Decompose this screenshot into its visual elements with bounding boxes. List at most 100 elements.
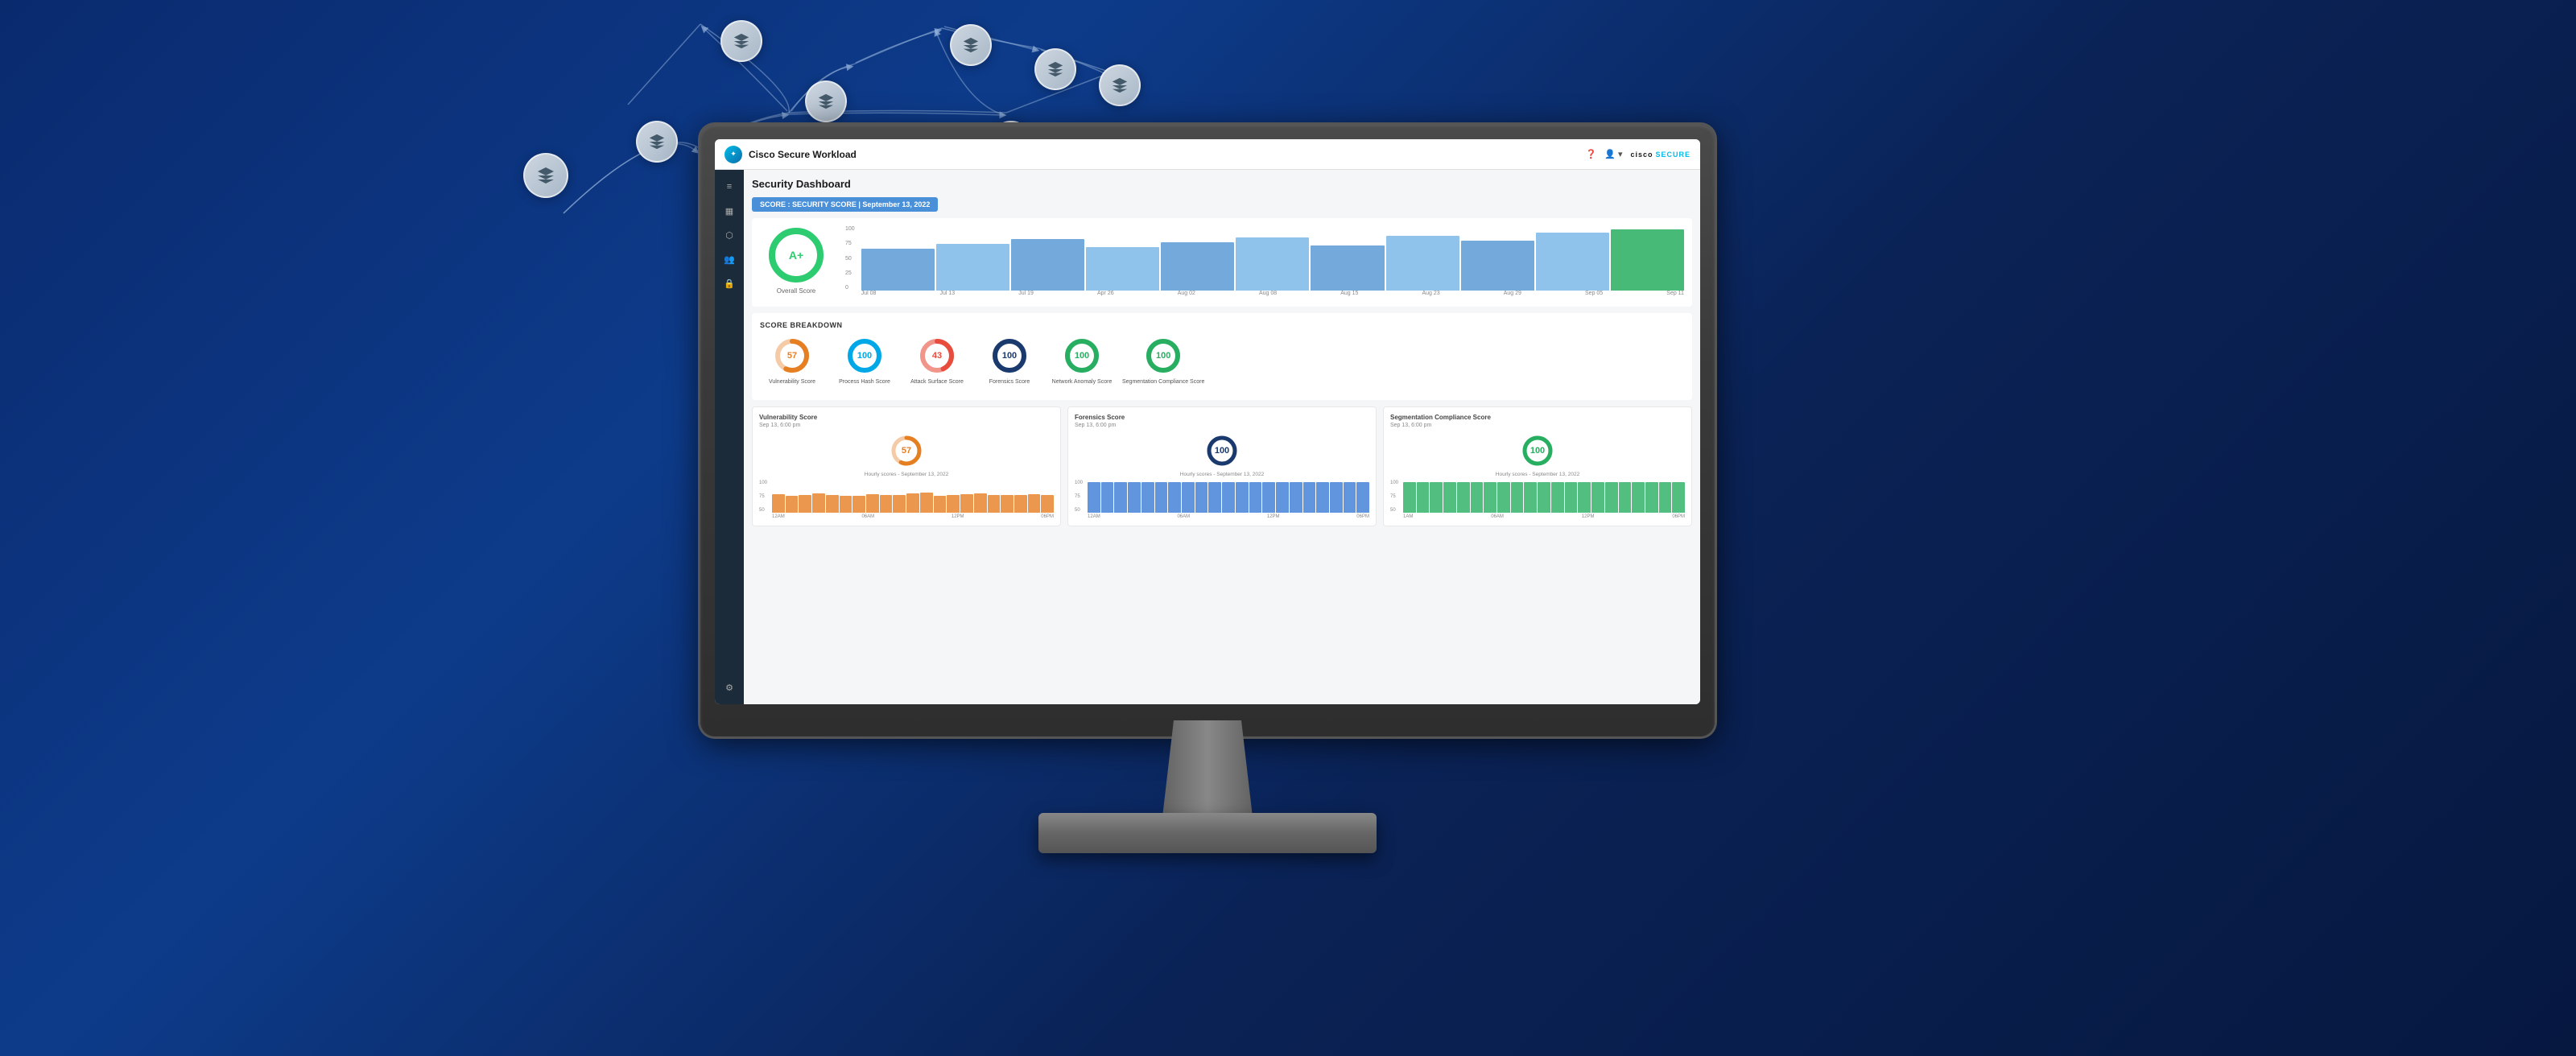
detail-donut-2: 100 — [1520, 433, 1555, 468]
detail-card-date-0: Sep 13, 6:00 pm — [759, 423, 1054, 428]
score-label-4: Network Anomaly Score — [1052, 378, 1113, 386]
mini-bar — [1471, 482, 1484, 513]
monitor-stand-base — [1038, 813, 1377, 853]
main-bar-chart — [861, 226, 1684, 291]
sidebar-item-settings[interactable]: ⚙ — [717, 677, 741, 698]
detail-value-2: 100 — [1530, 446, 1545, 456]
mini-bar — [880, 495, 893, 513]
mini-bar-x-labels-2: 1AM06AM12PM06PM — [1403, 514, 1685, 519]
mini-bar — [1128, 482, 1141, 513]
mini-bar — [1041, 495, 1054, 513]
network-node-4 — [805, 80, 847, 122]
score-label-3: Forensics Score — [989, 378, 1030, 386]
mini-bar — [1262, 482, 1275, 513]
mini-bar — [1028, 494, 1041, 513]
topbar-icons: ❓ 👤 ▾ cisco SECURE — [1585, 149, 1690, 159]
sidebar-item-network[interactable]: ⬡ — [717, 225, 741, 245]
monitor-screen: Cisco Secure Workload ❓ 👤 ▾ cisco SECURE… — [715, 139, 1700, 704]
detail-card-title-1: Forensics Score — [1075, 414, 1369, 421]
bar-chart-bar — [1236, 237, 1309, 291]
mini-bar — [1578, 482, 1591, 513]
mini-bar — [1182, 482, 1195, 513]
score-donut-1: 100 — [844, 336, 885, 376]
network-node-6 — [950, 24, 992, 66]
mini-bar — [1430, 482, 1443, 513]
mini-bar — [1114, 482, 1127, 513]
bar-chart-bar — [1161, 242, 1234, 291]
score-donut-0: 57 — [772, 336, 812, 376]
sidebar-item-dashboard[interactable]: ▦ — [717, 200, 741, 221]
mini-bar — [1276, 482, 1289, 513]
bar-chart-bar — [1536, 233, 1609, 291]
sidebar-item-security[interactable]: 🔒 — [717, 273, 741, 294]
app-title: Cisco Secure Workload — [749, 149, 857, 160]
overall-score-sublabel: Overall Score — [777, 287, 815, 295]
score-card-1: 100 Process Hash Score — [832, 336, 897, 386]
mini-bar — [1417, 482, 1430, 513]
score-value-3: 100 — [1002, 351, 1017, 361]
bar-chart-bar — [1386, 236, 1459, 291]
mini-bar — [1484, 482, 1496, 513]
mini-bar — [1645, 482, 1658, 513]
bar-chart-bar — [1011, 239, 1084, 291]
mini-bar — [947, 495, 960, 513]
detail-donut-0: 57 — [889, 433, 924, 468]
sidebar-item-menu[interactable]: ≡ — [717, 176, 741, 197]
mini-bar — [1497, 482, 1510, 513]
mini-bar — [893, 495, 906, 513]
score-donut-2: 43 — [917, 336, 957, 376]
detail-card-1: Forensics Score Sep 13, 6:00 pm 100 Hour… — [1067, 406, 1377, 526]
detail-donut-area-2: 100 — [1390, 433, 1685, 468]
overall-score-label: A+ — [789, 249, 803, 262]
score-card-5: 100 Segmentation Compliance Score — [1122, 336, 1204, 386]
score-value-4: 100 — [1075, 351, 1089, 361]
detail-card-date-1: Sep 13, 6:00 pm — [1075, 423, 1369, 428]
network-node-7 — [1034, 48, 1076, 90]
detail-card-2: Segmentation Compliance Score Sep 13, 6:… — [1383, 406, 1692, 526]
help-icon[interactable]: ❓ — [1585, 149, 1596, 159]
mini-bar — [1236, 482, 1249, 513]
hourly-label-1: Hourly scores - September 13, 2022 — [1075, 472, 1369, 477]
detail-donut-1: 100 — [1204, 433, 1240, 468]
bar-chart-bar — [861, 249, 935, 291]
cisco-secure-logo: cisco SECURE — [1630, 151, 1690, 159]
sidebar-item-users[interactable]: 👥 — [717, 249, 741, 270]
mini-bar — [920, 493, 933, 513]
detail-card-date-2: Sep 13, 6:00 pm — [1390, 423, 1685, 428]
monitor-bezel: Cisco Secure Workload ❓ 👤 ▾ cisco SECURE… — [700, 125, 1715, 736]
detail-value-1: 100 — [1215, 446, 1229, 456]
mini-bar — [1344, 482, 1356, 513]
mini-bar — [1619, 482, 1632, 513]
score-value-0: 57 — [787, 351, 797, 361]
mini-bar — [988, 495, 1001, 513]
app-logo — [724, 146, 742, 163]
mini-bar — [1168, 482, 1181, 513]
mini-bar — [1565, 482, 1578, 513]
bar-chart-area: 100 75 50 25 0 — [845, 226, 1684, 299]
score-label-5: Segmentation Compliance Score — [1122, 378, 1204, 386]
detail-card-title-2: Segmentation Compliance Score — [1390, 414, 1685, 421]
mini-bar — [1524, 482, 1537, 513]
mini-bar — [1088, 482, 1100, 513]
mini-bar — [772, 494, 785, 513]
mini-bar — [1457, 482, 1470, 513]
mini-bar-x-labels-1: 12AM06AM12PM06PM — [1088, 514, 1369, 519]
score-value-5: 100 — [1156, 351, 1170, 361]
network-node-9 — [1099, 64, 1141, 106]
mini-bar — [1316, 482, 1329, 513]
mini-bar — [1356, 482, 1369, 513]
mini-bar — [934, 496, 947, 513]
mini-bar — [960, 494, 973, 513]
score-card-0: 57 Vulnerability Score — [760, 336, 824, 386]
score-donut-4: 100 — [1062, 336, 1102, 376]
mini-bar — [1001, 495, 1013, 513]
network-node-3 — [720, 20, 762, 62]
mini-bar — [974, 493, 987, 513]
user-icon[interactable]: 👤 ▾ — [1604, 149, 1622, 159]
bar-chart-x-labels: Jul 08Jul 13Jul 19Apr 26 Aug 02Aug 08Aug… — [861, 291, 1684, 296]
mini-bar — [1303, 482, 1316, 513]
score-tab-label: SCORE : SECURITY SCORE | September 13, 2… — [760, 200, 930, 208]
score-tab[interactable]: SCORE : SECURITY SCORE | September 13, 2… — [752, 197, 938, 212]
mini-bar — [866, 494, 879, 513]
bar-chart-bar — [1611, 229, 1684, 291]
